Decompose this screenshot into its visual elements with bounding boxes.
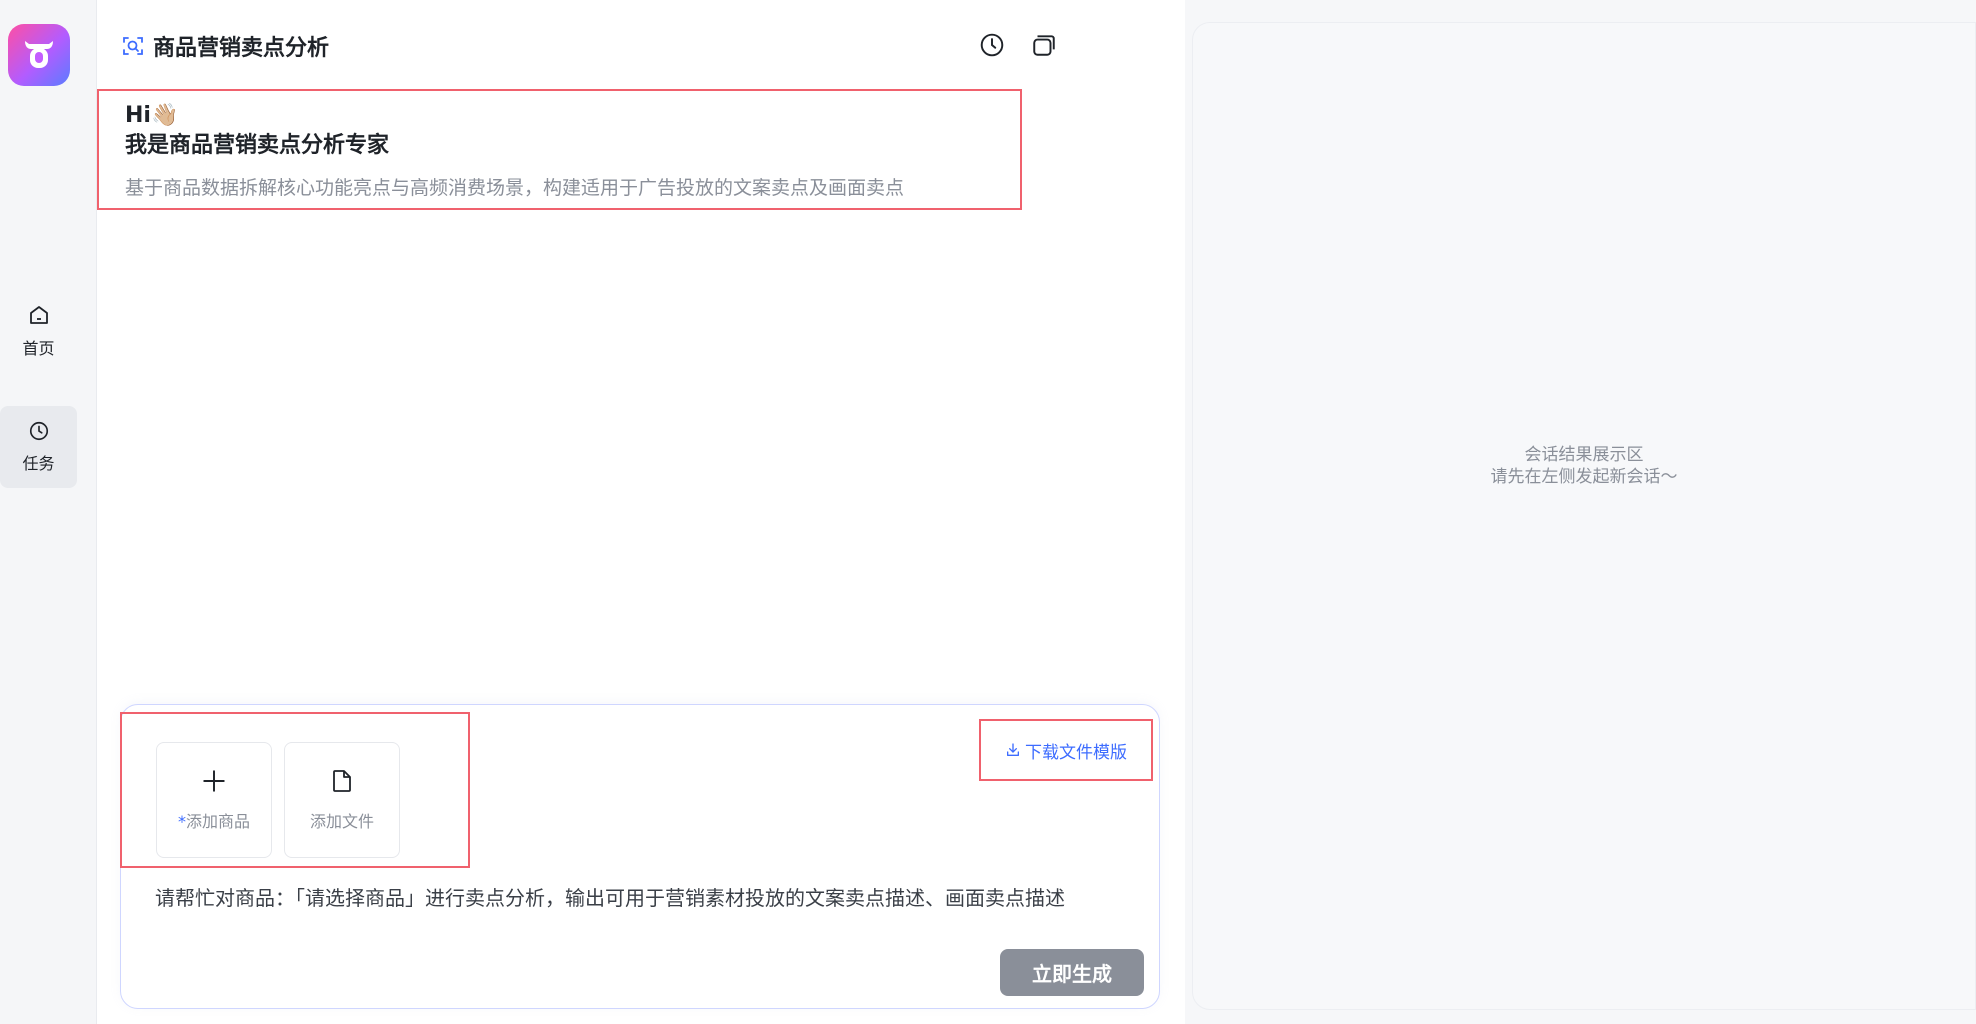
generate-button[interactable]: 立即生成: [1000, 949, 1144, 996]
add-file-button[interactable]: 添加文件: [284, 742, 400, 858]
intro-panel: Hi👋🏼 我是商品营销卖点分析专家 基于商品数据拆解核心功能亮点与高频消费场景，…: [97, 89, 1022, 210]
composer: *添加商品 添加文件 下载文件模版 请帮忙对商品：「请选择商品」进行卖点分析，输…: [120, 704, 1160, 1009]
download-template-label: 下载文件模版: [1025, 742, 1127, 763]
bull-logo-icon: [25, 41, 53, 68]
chat-header: 商品营销卖点分析: [121, 26, 1161, 66]
add-file-label: 添加文件: [309, 812, 374, 831]
assistant-role: 我是商品营销卖点分析专家: [125, 133, 390, 158]
file-icon: [333, 770, 351, 792]
result-panel: 会话结果展示区 请先在左侧发起新会话～: [1192, 22, 1976, 1010]
chat-pane: 商品营销卖点分析 Hi👋🏼 我是商品营销卖点分析专家 基于商品数据拆解核心功能亮…: [97, 0, 1185, 1024]
assistant-description: 基于商品数据拆解核心功能亮点与高频消费场景，构建适用于广告投放的文案卖点及画面卖…: [125, 177, 905, 199]
nav-tasks-label: 任务: [22, 454, 55, 473]
download-template-link[interactable]: 下载文件模版: [1005, 738, 1127, 763]
download-icon: [1007, 743, 1019, 756]
prompt-input[interactable]: [155, 879, 1115, 913]
required-asterisk: *: [177, 812, 186, 831]
history-clock-icon: [980, 33, 1004, 57]
app-root: 首页 任务 商品营销卖点分析 Hi👋🏼 我是商品营销卖点分析专家 基于商品数据拆…: [0, 0, 1976, 1024]
attachment-group: *添加商品 添加文件: [120, 712, 470, 868]
add-product-text: 添加商品: [185, 812, 250, 831]
download-template-box: 下载文件模版: [979, 719, 1153, 781]
page-title: 商品营销卖点分析: [153, 36, 330, 61]
history-button[interactable]: [977, 30, 1007, 60]
nav-home[interactable]: 首页: [0, 290, 77, 372]
result-placeholder-hint: 请先在左侧发起新会话～: [1490, 467, 1678, 487]
new-session-button[interactable]: [1029, 30, 1059, 60]
plus-icon: [203, 770, 225, 792]
clock-icon: [29, 421, 48, 441]
left-rail: 首页 任务: [0, 0, 97, 1024]
greeting: Hi👋🏼: [125, 103, 179, 128]
add-product-button[interactable]: *添加商品: [156, 742, 272, 858]
home-icon: [29, 306, 48, 324]
app-logo[interactable]: [8, 24, 70, 86]
copy-window-icon: [1033, 35, 1055, 56]
nav-home-label: 首页: [22, 339, 55, 358]
nav-tasks[interactable]: 任务: [0, 406, 77, 488]
result-placeholder-title: 会话结果展示区: [1524, 445, 1644, 465]
scan-search-icon: [123, 37, 143, 55]
add-product-label: *添加商品: [178, 808, 250, 832]
